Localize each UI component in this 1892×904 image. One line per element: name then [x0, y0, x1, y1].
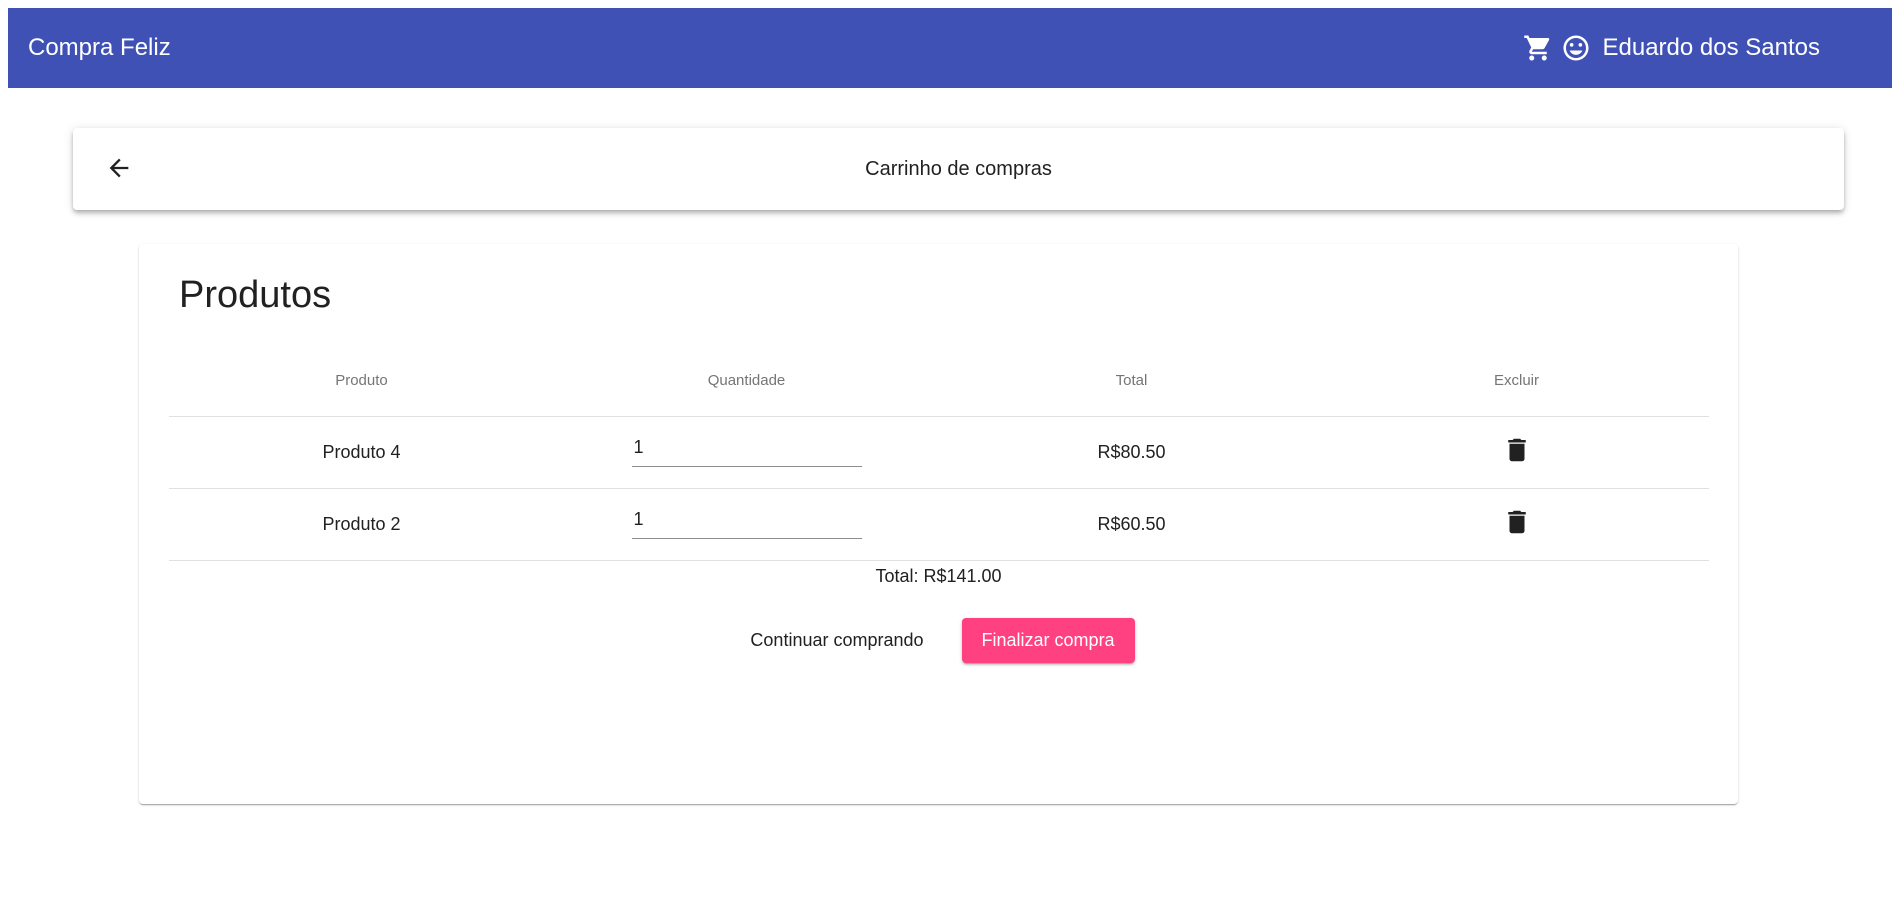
column-header-total: Total — [1115, 371, 1148, 389]
cart-table: Produto Quantidade Total Excluir Produto… — [169, 344, 1709, 561]
grand-total: Total: R$141.00 — [875, 566, 1002, 586]
column-header-quantity: Quantidade — [707, 371, 786, 389]
products-card: Produtos Produto Quantidade Total Exclui… — [139, 244, 1738, 804]
column-header-delete: Excluir — [1493, 371, 1539, 389]
trash-icon — [1502, 435, 1532, 470]
delete-cell — [1324, 507, 1709, 542]
user-name[interactable]: Eduardo dos Santos — [1603, 34, 1821, 62]
cart-toolbar: Carrinho de compras — [73, 128, 1844, 210]
table-row: Produto 4 R$80.50 — [169, 417, 1709, 489]
user-area: Eduardo dos Santos — [1523, 8, 1821, 88]
quantity-cell — [554, 504, 939, 539]
delete-button[interactable] — [1502, 507, 1532, 542]
trash-icon — [1502, 507, 1532, 542]
table-header: Produto Quantidade Total Excluir — [169, 344, 1709, 417]
product-name: Produto 4 — [322, 442, 401, 462]
quantity-input[interactable] — [631, 504, 862, 539]
finish-purchase-button[interactable]: Finalizar compra — [961, 618, 1135, 663]
delete-button[interactable] — [1502, 435, 1532, 470]
products-heading: Produtos — [179, 274, 332, 316]
cart-icon[interactable] — [1523, 33, 1553, 63]
cart-actions: Continuar comprando Finalizar compra — [139, 618, 1738, 663]
row-total: R$80.50 — [1097, 442, 1166, 462]
quantity-cell — [554, 432, 939, 467]
column-header-product: Produto — [335, 371, 388, 389]
product-name: Produto 2 — [322, 514, 401, 534]
app-bar: Compra Feliz Eduardo dos Santos — [8, 8, 1892, 88]
continue-shopping-button[interactable]: Continuar comprando — [742, 620, 931, 661]
smiley-face-icon[interactable] — [1561, 33, 1591, 63]
delete-cell — [1324, 435, 1709, 470]
page-title: Carrinho de compras — [865, 158, 1052, 180]
app-title: Compra Feliz — [28, 34, 171, 61]
quantity-input[interactable] — [631, 432, 862, 467]
row-total: R$60.50 — [1097, 514, 1166, 534]
table-row: Produto 2 R$60.50 — [169, 489, 1709, 561]
